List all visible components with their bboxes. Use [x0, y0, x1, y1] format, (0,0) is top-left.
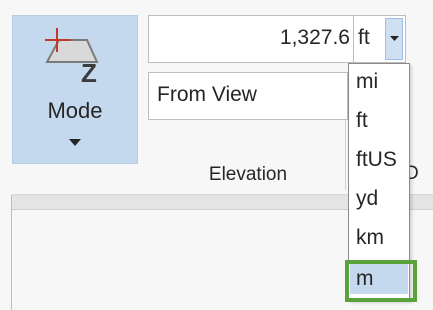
elevation-input[interactable]: 1,327.6 — [148, 15, 354, 63]
unit-option-km[interactable]: km — [350, 223, 408, 253]
unit-option-ft[interactable]: ft — [350, 106, 408, 136]
unit-option-m[interactable]: m — [350, 264, 408, 294]
unit-value: ft — [358, 26, 370, 49]
app-window: Z Mode 1,327.6 ft From View Elevation D … — [0, 0, 433, 310]
elevation-reference-value: From View — [157, 83, 257, 106]
unit-option-yd[interactable]: yd — [350, 184, 408, 214]
elevation-group-label: Elevation — [208, 164, 288, 185]
elevation-reference-select[interactable]: From View — [148, 72, 348, 120]
mode-button[interactable]: Z Mode — [12, 15, 138, 164]
unit-dropdown-list: mi ft ftUS yd km m — [348, 63, 410, 301]
chevron-down-icon — [390, 36, 399, 41]
unit-option-mi[interactable]: mi — [350, 67, 408, 97]
svg-text:Z: Z — [81, 58, 97, 88]
elevation-value: 1,327.6 — [279, 26, 350, 49]
unit-dropdown-button[interactable] — [385, 18, 403, 60]
chevron-down-icon — [69, 134, 81, 146]
unit-select[interactable]: ft — [354, 15, 406, 63]
mode-label: Mode — [47, 98, 103, 123]
unit-option-ftus[interactable]: ftUS — [350, 145, 408, 175]
elevation-mode-icon: Z — [41, 26, 109, 88]
